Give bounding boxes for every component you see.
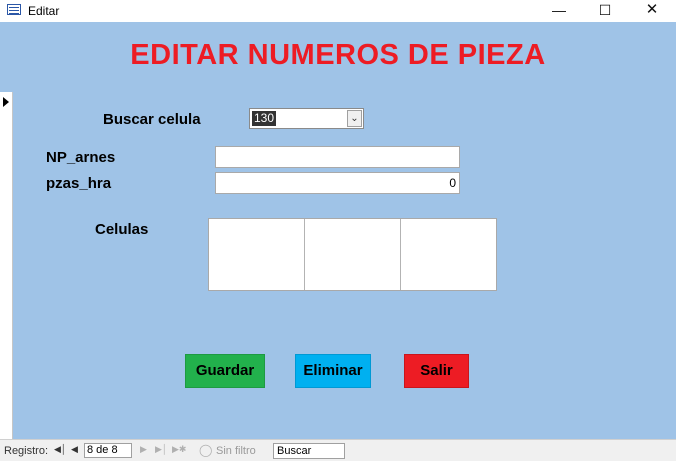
record-navigation-bar: Registro: ◀│ ◀ 8 de 8 ▶ ▶│ ▶✱ ◯ Sin filt… [0, 439, 676, 461]
salir-button[interactable]: Salir [404, 354, 469, 388]
guardar-button[interactable]: Guardar [185, 354, 265, 388]
chevron-down-icon[interactable]: ⌄ [347, 110, 362, 127]
current-record-box[interactable]: 8 de 8 [84, 443, 132, 458]
window-title: Editar [28, 4, 60, 18]
form-area: EDITAR NUMEROS DE PIEZA Buscar celula 13… [0, 22, 676, 452]
maximize-button[interactable]: ☐ [582, 0, 628, 22]
current-record-arrow-icon [3, 97, 9, 107]
record-selector[interactable] [0, 92, 13, 452]
first-record-icon[interactable]: ◀│ [54, 444, 67, 455]
np-arnes-label: NP_arnes [46, 149, 116, 166]
buscar-celula-value: 130 [252, 111, 277, 126]
record-label: Registro: [4, 445, 49, 457]
np-arnes-input[interactable] [215, 146, 460, 168]
last-record-icon[interactable]: ▶│ [155, 444, 168, 455]
buscar-celula-label: Buscar celula [103, 111, 201, 128]
previous-record-icon[interactable]: ◀ [71, 444, 78, 455]
celulas-listbox[interactable] [208, 218, 497, 291]
celulas-column[interactable] [401, 219, 496, 290]
celulas-column[interactable] [305, 219, 401, 290]
pzas-hra-input[interactable]: 0 [215, 172, 460, 194]
buscar-celula-combobox[interactable]: 130 ⌄ [249, 108, 364, 129]
form-heading: EDITAR NUMEROS DE PIEZA [130, 39, 546, 71]
pzas-hra-value: 0 [449, 176, 456, 190]
close-button[interactable]: ✕ [628, 0, 676, 22]
celulas-label: Celulas [95, 221, 149, 238]
eliminar-button[interactable]: Eliminar [295, 354, 371, 388]
new-record-icon[interactable]: ▶✱ [172, 444, 186, 455]
title-bar: Editar — ☐ ✕ [0, 0, 676, 22]
form-icon [7, 4, 21, 15]
next-record-icon[interactable]: ▶ [140, 444, 147, 455]
pzas-hra-label: pzas_hra [46, 175, 112, 192]
search-input[interactable]: Buscar [273, 443, 345, 459]
filter-status[interactable]: Sin filtro [216, 445, 256, 457]
minimize-button[interactable]: — [536, 0, 582, 22]
celulas-column[interactable] [209, 219, 305, 290]
filter-icon[interactable]: ◯ [199, 443, 212, 457]
